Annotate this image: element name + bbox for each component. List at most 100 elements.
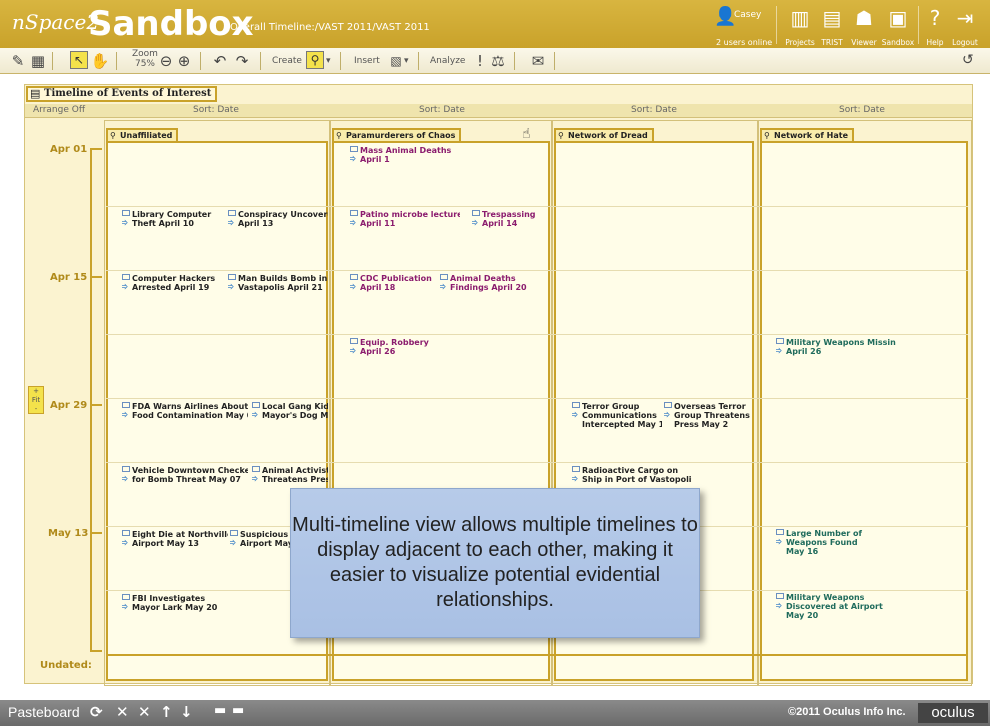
pan-tool-icon[interactable]: ✋ <box>90 51 110 71</box>
date-label: Apr 29 <box>50 400 88 411</box>
card-view-icon[interactable]: ▬ <box>214 703 226 718</box>
nav-logout[interactable]: ⇥ Logout <box>950 4 980 48</box>
event-card[interactable]: Man Builds Bomb in ⇨ Vastapolis April 21 <box>228 274 328 292</box>
zoom-out-icon[interactable]: ⊖ <box>156 51 176 71</box>
event-card[interactable]: Conspiracy Uncovered⇨April 13 <box>228 210 328 228</box>
link-arrow-icon: ⇨ <box>122 216 129 228</box>
event-card[interactable]: Overseas Terror ⇨ Group Threatens Press May… <box>664 402 752 432</box>
user-box[interactable]: 👤 Casey 2 users online <box>710 6 774 47</box>
arrange-toggle[interactable]: Arrange Off <box>33 105 85 115</box>
link-arrow-icon: ⇨ <box>122 536 129 548</box>
insert-image-icon[interactable]: ▧ <box>386 51 406 71</box>
insert-dropdown-icon[interactable]: ▾ <box>404 51 409 71</box>
event-card[interactable]: Patino microbe lecture ⇨ April 11 <box>350 210 460 228</box>
divider <box>106 270 968 271</box>
divider <box>514 52 515 70</box>
create-label: Create <box>272 56 302 66</box>
close-all-icon[interactable]: ✕ <box>138 703 151 721</box>
date-tick <box>90 148 102 150</box>
event-card[interactable]: Radioactive Cargo on ⇨ Ship in Port of Vas… <box>572 466 692 484</box>
sort-date-4[interactable]: Sort: Date <box>839 105 885 115</box>
event-card[interactable]: Military Weapons Missing ⇨ April 26 <box>776 338 896 356</box>
timeline-icon: ▤ <box>30 87 41 100</box>
event-card[interactable]: Mass Animal Deaths ⇨ April 1 <box>350 146 460 164</box>
event-card[interactable]: Trespassing ⇨ April 14 <box>472 210 542 228</box>
timeline-tab-paramurderers[interactable]: ⚲ Paramurderers of Chaos <box>332 128 462 141</box>
users-online: 2 users online <box>716 38 773 47</box>
arrow-down-icon[interactable]: ↓ <box>180 703 193 721</box>
new-note-icon[interactable]: ✎ <box>8 51 28 71</box>
date-axis <box>90 148 102 651</box>
link-arrow-icon: ⇨ <box>122 600 129 612</box>
link-arrow-icon: ⇨ <box>776 599 783 612</box>
nav-viewer[interactable]: ☗ Viewer <box>848 4 880 48</box>
pasteboard-label[interactable]: Pasteboard <box>8 704 80 720</box>
link-arrow-icon: ⇨ <box>122 408 129 420</box>
nav-help[interactable]: ? Help <box>922 4 948 48</box>
nspace-logo: nSpace2 <box>12 10 100 34</box>
timeline-tab-network-of-dread[interactable]: ⚲ Network of Dread <box>554 128 654 141</box>
list-view-icon[interactable]: ▬ <box>232 703 244 718</box>
pasteboard-bar: Pasteboard ⟳ ✕ ✕ ↑ ↓ ▬ ▬ ©2011 Oculus In… <box>0 700 990 726</box>
comment-icon[interactable]: ✉ <box>528 51 548 71</box>
sort-date-3[interactable]: Sort: Date <box>631 105 677 115</box>
create-dropdown-icon[interactable]: ▾ <box>326 51 331 71</box>
divider <box>918 6 919 44</box>
event-card[interactable]: Vehicle Downtown Checked ⇨ for Bomb Threat… <box>122 466 248 484</box>
link-arrow-icon: ⇨ <box>122 280 129 292</box>
timeline-tab-unaffiliated[interactable]: ⚲ Unaffiliated <box>106 128 179 141</box>
event-card[interactable]: Military Weapons ⇨ Discovered at Airport Ma… <box>776 593 886 623</box>
date-tick <box>90 404 102 406</box>
logout-icon: ⇥ <box>956 6 974 30</box>
event-card[interactable]: Animal Deaths ⇨ Findings April 20 <box>440 274 530 292</box>
event-card[interactable]: Library Computer ⇨ Theft April 10 <box>122 210 222 228</box>
link-arrow-icon: ⇨ <box>664 408 671 421</box>
divider <box>106 462 968 463</box>
nav-trist[interactable]: ▤ TRIST <box>818 4 846 48</box>
pin-icon: ⚲ <box>336 131 342 140</box>
link-arrow-icon: ⇨ <box>350 344 357 356</box>
event-card[interactable]: Large Number of ⇨ Weapons Found May 16 <box>776 529 886 559</box>
event-card[interactable]: Eight Die at Northville ⇨ Airport May 13 <box>122 530 228 548</box>
link-arrow-icon: ⇨ <box>122 472 129 484</box>
create-button[interactable]: ⚲ <box>306 51 324 69</box>
event-card[interactable]: Suspicious Tu⇨Airport May <box>230 530 290 548</box>
nav-sandbox[interactable]: ▣ Sandbox <box>880 4 916 48</box>
event-card[interactable]: Equip. Robbery ⇨ April 26 <box>350 338 440 356</box>
zoom-fit-control[interactable]: + Fit - <box>28 386 44 414</box>
event-card[interactable]: FDA Warns Airlines About ⇨ Food Contaminat… <box>122 402 248 420</box>
link-arrow-icon: ⇨ <box>230 536 237 548</box>
copyright: ©2011 Oculus Info Inc. <box>788 706 906 718</box>
pin-icon: ⚲ <box>110 131 116 140</box>
timeline-path: Overall Timeline:/VAST 2011/VAST 2011 <box>230 22 430 33</box>
date-label: Apr 15 <box>50 272 88 283</box>
event-card[interactable]: Terror Group ⇨ Communications Intercepted M… <box>572 402 662 432</box>
refresh-icon[interactable]: ⟳ <box>90 703 103 721</box>
sort-date-2[interactable]: Sort: Date <box>419 105 465 115</box>
trist-icon: ▤ <box>822 6 842 30</box>
nav-projects[interactable]: ▥ Projects <box>782 4 818 48</box>
hand-cursor-icon: ☝ <box>522 126 531 142</box>
event-card[interactable]: Computer Hackers ⇨ Arrested April 19 <box>122 274 222 292</box>
report-icon[interactable]: ▦ <box>28 51 48 71</box>
event-card[interactable]: Local Gang Kidnap⇨Mayor's Dog May <box>252 402 328 420</box>
arrow-up-icon[interactable]: ↑ <box>160 703 173 721</box>
select-tool-icon[interactable]: ↖ <box>70 51 88 69</box>
event-card[interactable]: FBI Investigates ⇨ Mayor Lark May 20 <box>122 594 232 612</box>
evidence-icon[interactable]: ! <box>470 51 490 71</box>
timeline-tab-network-of-hate[interactable]: ⚲ Network of Hate <box>760 128 854 141</box>
help-icon: ? <box>929 6 941 30</box>
annotation-callout: Multi-timeline view allows multiple time… <box>290 488 700 638</box>
link-arrow-icon: ⇨ <box>776 344 783 356</box>
event-card[interactable]: CDC Publication ⇨ April 18 <box>350 274 440 292</box>
link-arrow-icon: ⇨ <box>350 152 357 164</box>
hypothesis-icon[interactable]: ⚖ <box>488 51 508 71</box>
event-card[interactable]: Animal Activist⇨Threatens Press M <box>252 466 328 484</box>
sort-date-1[interactable]: Sort: Date <box>193 105 239 115</box>
redo-icon[interactable]: ↷ <box>232 51 252 71</box>
history-icon[interactable]: ↺ <box>962 52 974 68</box>
close-icon[interactable]: ✕ <box>116 703 129 721</box>
oculus-logo: oculus <box>918 703 988 723</box>
zoom-in-icon[interactable]: ⊕ <box>174 51 194 71</box>
undo-icon[interactable]: ↶ <box>210 51 230 71</box>
